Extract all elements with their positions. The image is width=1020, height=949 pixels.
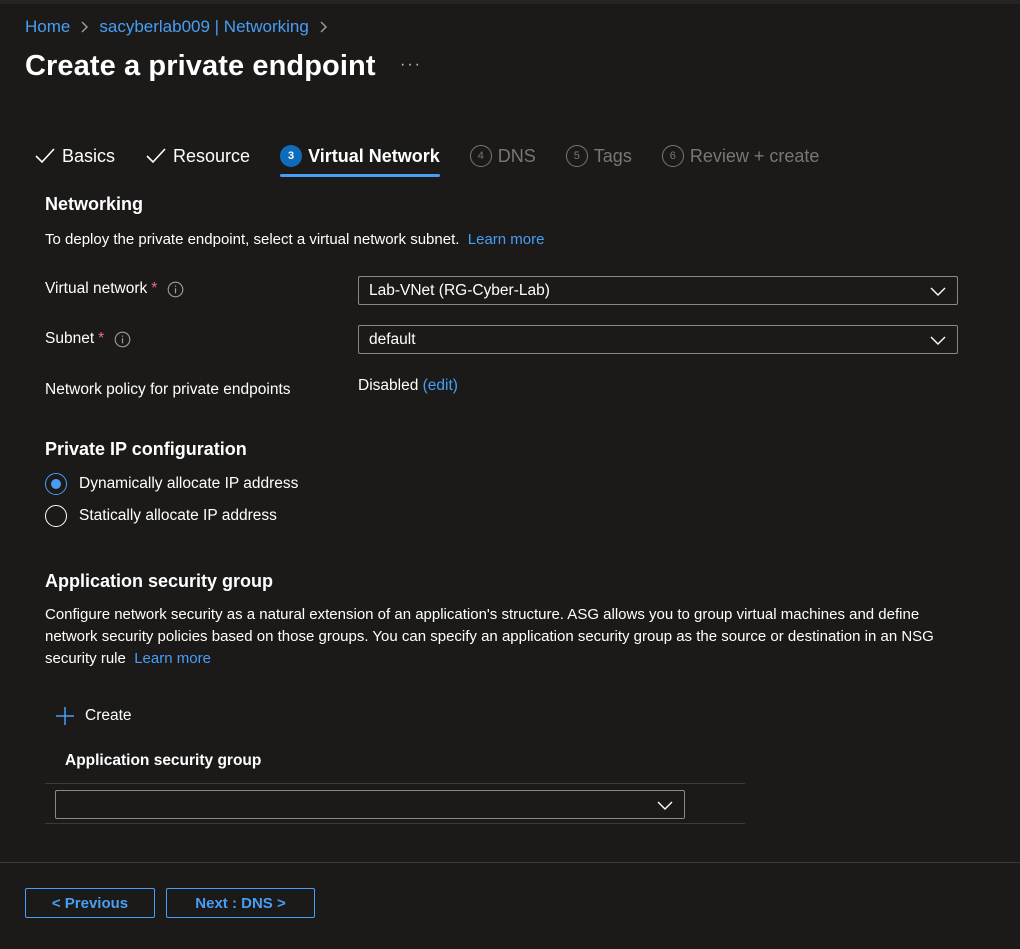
networking-description: To deploy the private endpoint, select a…: [45, 229, 544, 251]
chevron-down-icon: [656, 797, 674, 813]
step-number-badge: 6: [661, 145, 684, 167]
virtual-network-label-text: Virtual network: [45, 280, 148, 297]
radio-label: Statically allocate IP address: [79, 507, 277, 524]
tab-virtual-network[interactable]: 3 Virtual Network: [280, 142, 440, 177]
info-icon[interactable]: [167, 281, 184, 298]
tab-dns[interactable]: 4 DNS: [469, 142, 536, 170]
radio-button-checked[interactable]: [45, 473, 67, 495]
chevron-right-icon: [319, 20, 328, 34]
table-divider: [45, 783, 745, 784]
asg-section-title: Application security group: [45, 571, 274, 591]
subnet-label-text: Subnet: [45, 330, 95, 347]
subnet-select[interactable]: default: [358, 325, 958, 354]
breadcrumb-parent-link[interactable]: sacyberlab009 | Networking: [99, 17, 308, 37]
subnet-value: default: [369, 330, 416, 348]
tab-label: Basics: [62, 145, 116, 166]
subnet-label: Subnet *: [45, 330, 131, 348]
asg-description: Configure network security as a natural …: [45, 604, 965, 670]
breadcrumb: Home sacyberlab009 | Networking: [25, 16, 338, 38]
virtual-network-select[interactable]: Lab-VNet (RG-Cyber-Lab): [358, 276, 958, 305]
chevron-down-icon: [929, 283, 947, 299]
chevron-right-icon: [80, 20, 89, 34]
tab-resource[interactable]: Resource: [145, 142, 250, 170]
wizard-tabs: Basics Resource 3 Virtual Network 4 DNS …: [34, 142, 849, 178]
asg-learn-more-link[interactable]: Learn more: [134, 650, 211, 667]
tab-review-create[interactable]: 6 Review + create: [661, 142, 820, 170]
required-indicator: *: [151, 280, 158, 297]
tab-label: Review + create: [689, 145, 820, 166]
asg-select[interactable]: [55, 790, 685, 819]
network-policy-label: Network policy for private endpoints: [45, 381, 291, 398]
networking-learn-more-link[interactable]: Learn more: [468, 231, 545, 248]
create-asg-button[interactable]: Create: [55, 706, 132, 726]
breadcrumb-home-link[interactable]: Home: [25, 17, 70, 37]
tab-label: Tags: [593, 145, 632, 166]
tab-label: Resource: [173, 145, 251, 166]
table-divider: [45, 823, 745, 824]
network-policy-value: Disabled (edit): [358, 377, 458, 395]
private-ip-section-title: Private IP configuration: [45, 439, 247, 459]
network-policy-status: Disabled: [358, 377, 419, 394]
required-indicator: *: [98, 330, 105, 347]
virtual-network-value: Lab-VNet (RG-Cyber-Lab): [369, 281, 550, 299]
previous-button[interactable]: < Previous: [25, 888, 155, 918]
radio-label: Dynamically allocate IP address: [79, 475, 299, 492]
create-label: Create: [85, 707, 132, 724]
radio-dynamic-ip[interactable]: Dynamically allocate IP address: [45, 473, 298, 495]
info-icon[interactable]: [114, 331, 131, 348]
tab-label: DNS: [497, 145, 536, 166]
tab-label: Virtual Network: [308, 145, 440, 166]
virtual-network-label: Virtual network *: [45, 280, 184, 298]
networking-description-text: To deploy the private endpoint, select a…: [45, 231, 460, 248]
chevron-down-icon: [929, 332, 947, 348]
step-number-badge: 3: [280, 145, 303, 167]
tab-basics[interactable]: Basics: [34, 142, 115, 170]
step-number-badge: 5: [565, 145, 588, 167]
tab-tags[interactable]: 5 Tags: [565, 142, 632, 170]
step-number-badge: 4: [469, 145, 492, 167]
networking-section-title: Networking: [45, 194, 144, 214]
top-bar: [0, 0, 1020, 4]
radio-button-unchecked[interactable]: [45, 505, 67, 527]
checkmark-icon: [145, 147, 167, 165]
page-title: Create a private endpoint: [25, 50, 376, 82]
network-policy-edit-link[interactable]: (edit): [423, 377, 458, 394]
next-dns-button[interactable]: Next : DNS >: [166, 888, 315, 918]
radio-static-ip[interactable]: Statically allocate IP address: [45, 505, 277, 527]
checkmark-icon: [34, 147, 56, 165]
footer-divider: [0, 862, 1020, 863]
asg-column-header: Application security group: [65, 752, 262, 769]
plus-icon: [55, 706, 75, 726]
more-options-icon[interactable]: ···: [400, 56, 422, 74]
